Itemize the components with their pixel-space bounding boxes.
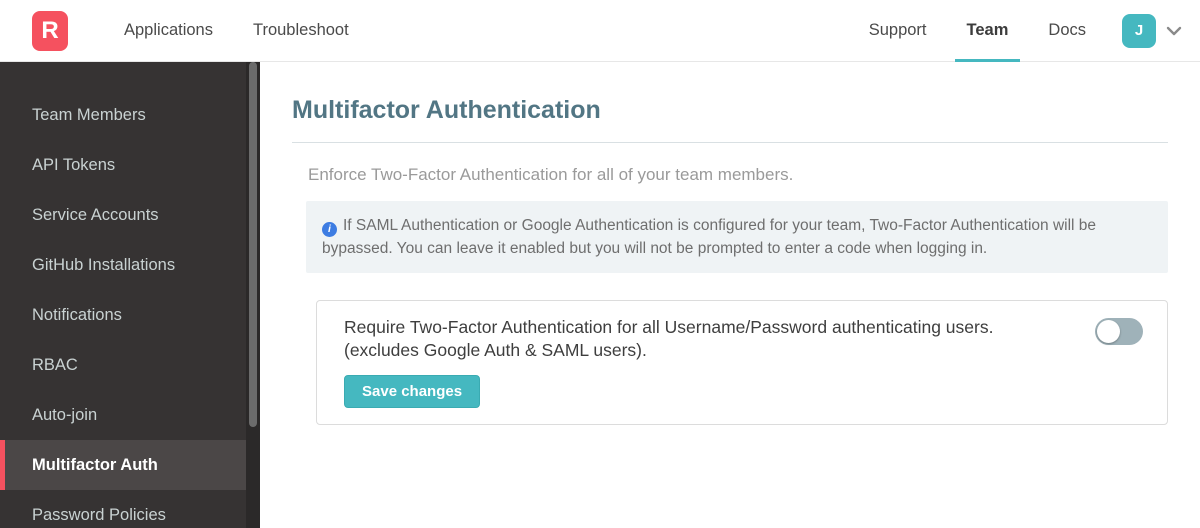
sidebar-item-team-members[interactable]: Team Members (0, 90, 260, 140)
sidebar-item-notifications[interactable]: Notifications (0, 290, 260, 340)
page-title: Multifactor Authentication (292, 96, 601, 124)
info-banner: i If SAML Authentication or Google Authen… (306, 201, 1168, 273)
setting-label-line2: (excludes Google Auth & SAML users). (344, 340, 647, 360)
mfa-toggle[interactable] (1095, 318, 1143, 345)
primary-nav: Applications Troubleshoot (96, 0, 361, 61)
main-content: Multifactor Authentication Enforce Two-F… (260, 62, 1200, 528)
divider (292, 142, 1168, 143)
mfa-toggle-knob (1097, 320, 1120, 343)
info-icon: i (322, 222, 337, 237)
info-text: If SAML Authentication or Google Authent… (322, 217, 1097, 257)
chevron-down-icon[interactable] (1166, 26, 1182, 36)
nav-troubleshoot[interactable]: Troubleshoot (241, 0, 361, 61)
page-description: Enforce Two-Factor Authentication for al… (308, 165, 794, 184)
app-logo[interactable]: R (32, 10, 68, 51)
sidebar-item-multifactor-auth[interactable]: Multifactor Auth (0, 440, 260, 490)
mfa-setting-card: Require Two-Factor Authentication for al… (316, 300, 1168, 425)
nav-applications[interactable]: Applications (112, 0, 225, 61)
page-layout: Team Members API Tokens Service Accounts… (0, 62, 1200, 528)
setting-row: Require Two-Factor Authentication for al… (344, 316, 1143, 362)
nav-support[interactable]: Support (857, 0, 939, 61)
sidebar-item-github-installations[interactable]: GitHub Installations (0, 240, 260, 290)
setting-label-line1: Require Two-Factor Authentication for al… (344, 317, 994, 337)
avatar-initial: J (1134, 22, 1144, 39)
sidebar-scrollbar-thumb[interactable] (249, 62, 257, 427)
app-logo-letter: R (41, 16, 59, 44)
avatar[interactable]: J (1122, 13, 1156, 48)
nav-team[interactable]: Team (954, 0, 1021, 62)
secondary-nav: Support Team Docs J (841, 0, 1182, 62)
sidebar-item-service-accounts[interactable]: Service Accounts (0, 190, 260, 240)
sidebar-item-rbac[interactable]: RBAC (0, 340, 260, 390)
sidebar-item-auto-join[interactable]: Auto-join (0, 390, 260, 440)
sidebar-menu: Team Members API Tokens Service Accounts… (0, 62, 260, 528)
sidebar-item-password-policies[interactable]: Password Policies (0, 490, 260, 528)
save-changes-button[interactable]: Save changes (344, 375, 481, 408)
top-nav: R Applications Troubleshoot Support Team… (0, 0, 1200, 62)
setting-label: Require Two-Factor Authentication for al… (344, 316, 1055, 362)
nav-docs[interactable]: Docs (1036, 0, 1098, 61)
sidebar-item-api-tokens[interactable]: API Tokens (0, 140, 260, 190)
sidebar: Team Members API Tokens Service Accounts… (0, 62, 260, 528)
sidebar-scrollbar-track[interactable] (246, 62, 260, 528)
